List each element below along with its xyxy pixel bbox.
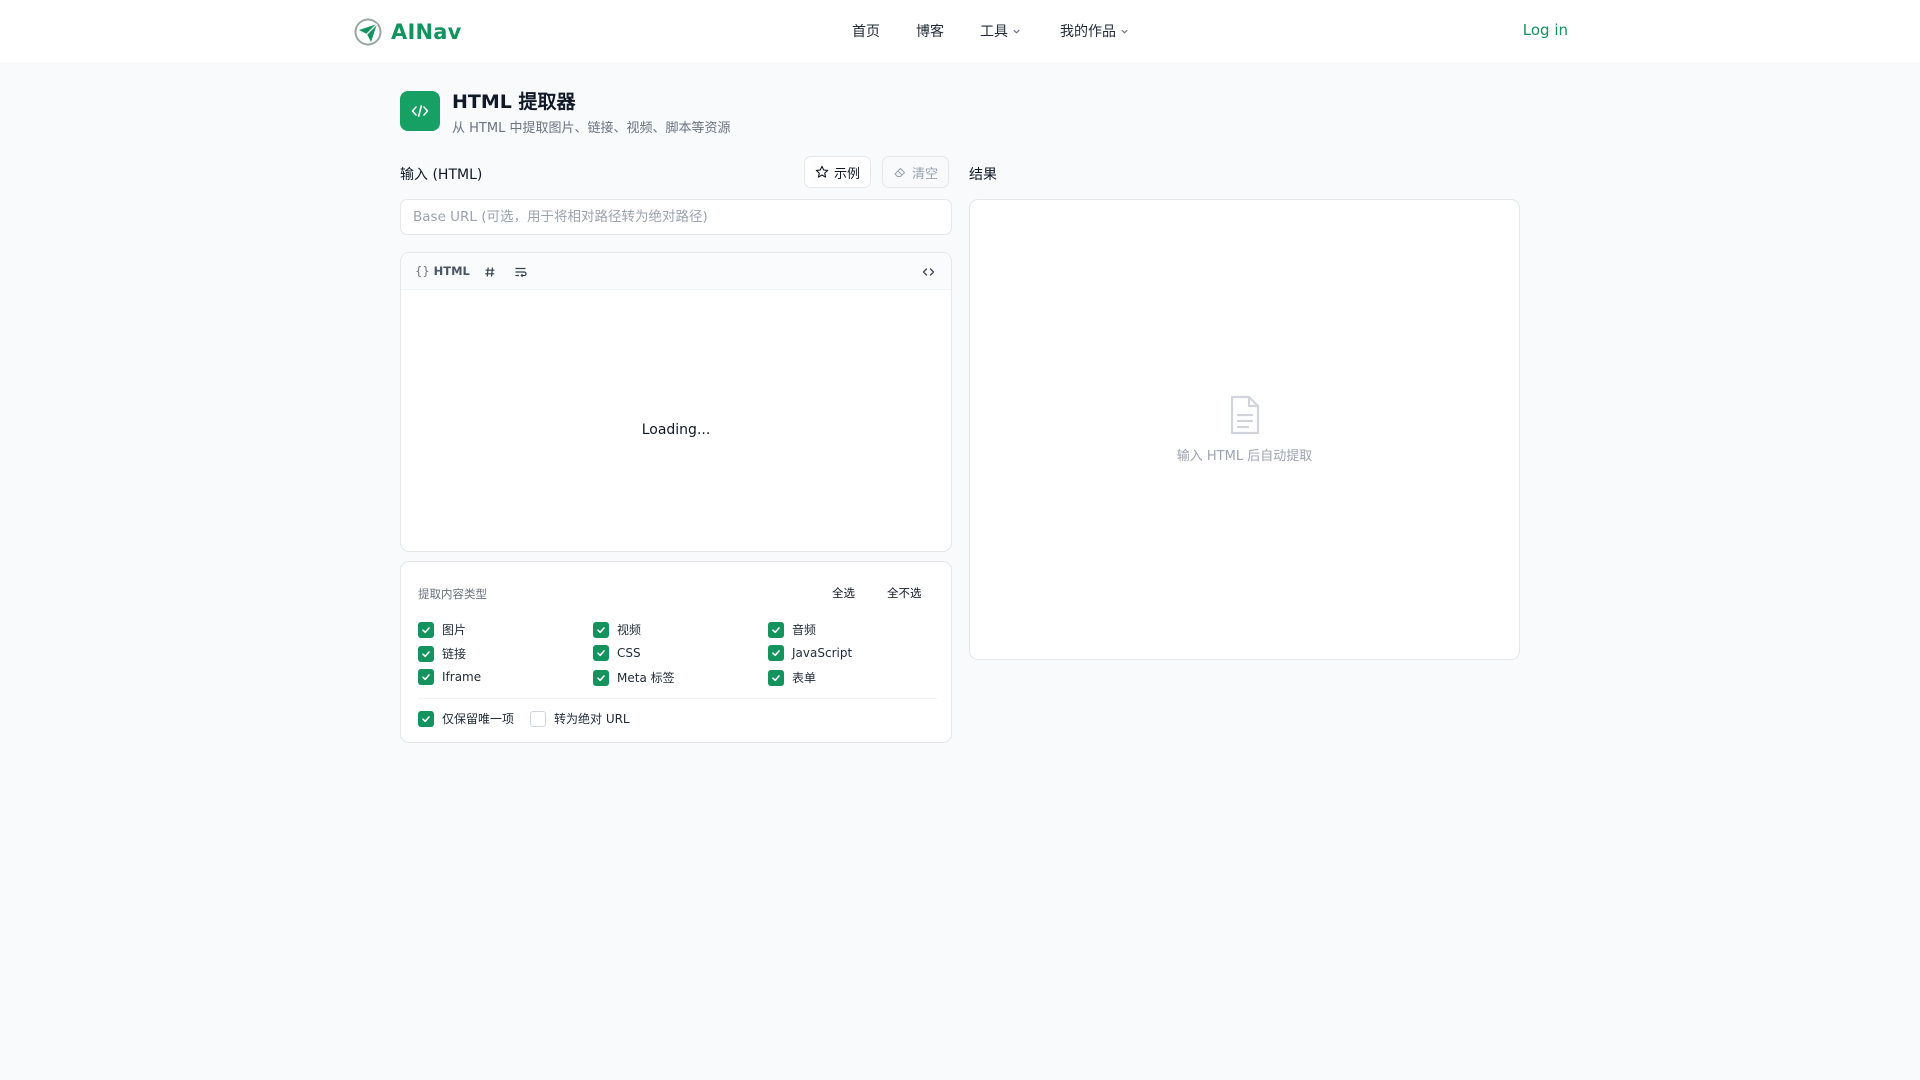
checkbox-label: 链接 <box>442 647 467 661</box>
base-url-input[interactable] <box>400 199 952 235</box>
input-label: 输入 (HTML) <box>400 167 483 183</box>
nav-works[interactable]: 我的作品 <box>1060 21 1129 41</box>
checkbox-checked-icon <box>768 621 784 638</box>
editor-loading-text: Loading... <box>641 422 711 438</box>
login-link[interactable]: Log in <box>1523 21 1568 39</box>
clear-button-label: 清空 <box>912 166 939 182</box>
top-nav: AINav 首页 博客 工具 我的作品 Log in <box>0 0 1920 63</box>
checkbox-checked-icon <box>418 669 434 685</box>
code-icon <box>400 91 440 131</box>
page-title: HTML 提取器 <box>452 91 576 113</box>
star-icon <box>815 165 829 178</box>
checkbox-videos[interactable]: 视频 <box>593 621 641 638</box>
result-empty-text: 输入 HTML 后自动提取 <box>1176 449 1313 464</box>
checkbox-checked-icon <box>418 621 434 638</box>
checkbox-javascript[interactable]: JavaScript <box>768 645 852 661</box>
checkbox-unchecked-icon <box>530 710 546 727</box>
checkbox-absolute-url[interactable]: 转为绝对 URL <box>530 710 630 727</box>
editor-toolbar: {} HTML <box>401 253 951 290</box>
checkbox-checked-icon <box>593 621 609 638</box>
checkbox-iframe[interactable]: Iframe <box>418 669 481 685</box>
checkbox-label: JavaScript <box>792 646 853 660</box>
checkbox-checked-icon <box>593 645 609 661</box>
format-code-icon[interactable] <box>920 263 937 280</box>
eraser-icon <box>894 167 906 178</box>
checkbox-css[interactable]: CSS <box>593 645 641 661</box>
chevron-down-icon <box>1013 29 1020 34</box>
nav-blog-label: 博客 <box>916 24 944 40</box>
example-button-label: 示例 <box>834 166 861 182</box>
result-empty-state: 输入 HTML 后自动提取 <box>970 395 1519 464</box>
editor-language-label: HTML <box>433 264 470 278</box>
editor-language: {} HTML <box>415 264 470 278</box>
page-subtitle: 从 HTML 中提取图片、链接、视频、脚本等资源 <box>452 121 731 136</box>
word-wrap-icon[interactable] <box>512 263 529 280</box>
brand[interactable]: AINav <box>353 16 462 48</box>
checkbox-label: Iframe <box>442 670 482 684</box>
document-icon <box>1230 395 1259 435</box>
checkbox-checked-icon <box>768 645 784 661</box>
clear-button[interactable]: 清空 <box>882 156 950 188</box>
checkbox-label: 表单 <box>792 671 817 685</box>
brand-name: AINav <box>391 20 462 44</box>
checkbox-label: 视频 <box>617 623 642 637</box>
result-panel: 输入 HTML 后自动提取 <box>969 199 1520 660</box>
checkbox-audio[interactable]: 音频 <box>768 621 816 638</box>
checkbox-label: CSS <box>617 646 641 660</box>
select-none-button[interactable]: 全不选 <box>887 585 922 601</box>
extract-options-panel: 提取内容类型 全选 全不选 图片 视频 音频 链接 CSS JavaScript… <box>400 561 952 743</box>
brand-logo-icon <box>354 18 382 46</box>
select-all-button[interactable]: 全选 <box>832 585 855 601</box>
checkbox-label: 仅保留唯一项 <box>442 712 515 726</box>
options-title: 提取内容类型 <box>418 587 487 601</box>
checkbox-label: 转为绝对 URL <box>554 712 630 726</box>
checkbox-checked-icon <box>418 710 434 727</box>
checkbox-images[interactable]: 图片 <box>418 621 466 638</box>
nav-tools-label: 工具 <box>980 24 1008 40</box>
nav-blog[interactable]: 博客 <box>916 21 944 41</box>
page-header: HTML 提取器 从 HTML 中提取图片、链接、视频、脚本等资源 <box>400 91 730 136</box>
chevron-down-icon <box>1121 29 1128 34</box>
line-numbers-icon[interactable] <box>481 263 498 280</box>
checkbox-checked-icon <box>593 669 609 686</box>
checkbox-label: Meta 标签 <box>617 671 675 685</box>
nav-home-label: 首页 <box>852 24 880 40</box>
example-button[interactable]: 示例 <box>804 156 872 188</box>
checkbox-label: 音频 <box>792 623 817 637</box>
checkbox-meta[interactable]: Meta 标签 <box>593 669 675 686</box>
result-label: 结果 <box>969 167 997 183</box>
braces-icon: {} <box>415 264 430 278</box>
nav-home[interactable]: 首页 <box>852 21 880 41</box>
checkbox-label: 图片 <box>442 623 467 637</box>
options-divider <box>418 698 937 699</box>
checkbox-checked-icon <box>768 669 784 686</box>
checkbox-checked-icon <box>418 645 434 662</box>
nav-works-label: 我的作品 <box>1060 24 1116 40</box>
html-editor[interactable]: {} HTML Loading... <box>400 252 952 552</box>
checkbox-forms[interactable]: 表单 <box>768 669 816 686</box>
checkbox-unique-only[interactable]: 仅保留唯一项 <box>418 710 514 727</box>
nav-tools[interactable]: 工具 <box>980 21 1021 41</box>
checkbox-links[interactable]: 链接 <box>418 645 466 662</box>
